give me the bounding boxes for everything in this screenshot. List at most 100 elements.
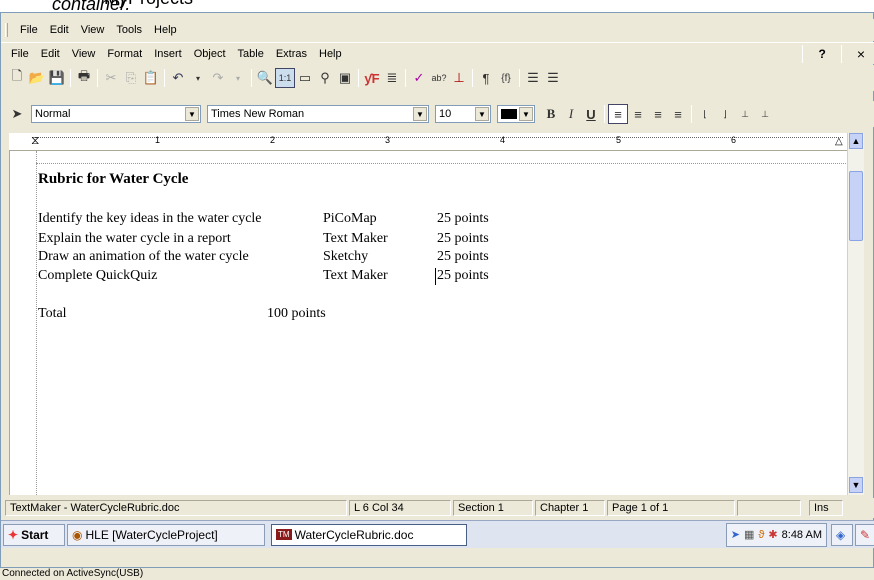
menu-object[interactable]: Object bbox=[188, 48, 232, 60]
numbering-icon[interactable]: ☰ bbox=[543, 68, 563, 88]
align-right-icon[interactable]: ≡ bbox=[648, 104, 668, 124]
help-button[interactable]: ? bbox=[818, 47, 825, 61]
bold-icon[interactable]: B bbox=[541, 104, 561, 124]
page-width-icon[interactable]: ▭ bbox=[295, 68, 315, 88]
menu-file[interactable]: File bbox=[5, 48, 35, 60]
zoom-icon[interactable]: ⚲ bbox=[315, 68, 335, 88]
outer-menu-edit[interactable]: Edit bbox=[44, 24, 75, 36]
tab-left-icon[interactable]: ⌊ bbox=[695, 104, 715, 124]
zoom-100-icon[interactable]: 1:1 bbox=[275, 68, 295, 88]
insert-break-icon[interactable]: ⊥ bbox=[449, 68, 469, 88]
find-icon[interactable]: 🔍 bbox=[255, 68, 275, 88]
document-area[interactable]: Rubric for Water Cycle Identify the key … bbox=[9, 151, 847, 495]
style-select[interactable]: Normal ▼ bbox=[31, 105, 201, 123]
scroll-up-icon[interactable]: ▲ bbox=[849, 133, 863, 149]
caption-prefix: MyProjects bbox=[104, 0, 193, 9]
toolbar-separator bbox=[472, 69, 473, 87]
right-indent-marker[interactable]: △ bbox=[835, 136, 843, 147]
toolbar-separator bbox=[519, 69, 520, 87]
menu-format[interactable]: Format bbox=[101, 48, 148, 60]
chevron-down-icon[interactable]: ▼ bbox=[185, 107, 199, 121]
menu-extras[interactable]: Extras bbox=[270, 48, 313, 60]
field-icon[interactable]: ƴF bbox=[362, 68, 382, 88]
windows-logo-icon: ✦ bbox=[8, 527, 19, 542]
rubric-task: Identify the key ideas in the water cycl… bbox=[38, 211, 262, 226]
print-icon[interactable]: 🖶 bbox=[74, 68, 94, 88]
pointer-icon[interactable]: ➤ bbox=[7, 104, 27, 124]
rubric-task: Complete QuickQuiz bbox=[38, 268, 158, 283]
chevron-down-icon[interactable]: ▼ bbox=[519, 107, 533, 121]
scroll-down-icon[interactable]: ▼ bbox=[849, 477, 863, 493]
monitor-icon[interactable]: ▦ bbox=[744, 528, 754, 541]
chevron-down-icon[interactable]: ▼ bbox=[413, 107, 427, 121]
left-indent-marker[interactable]: ⧖ bbox=[31, 133, 39, 148]
spell-check-icon[interactable]: ✓ bbox=[409, 68, 429, 88]
status-page: Page 1 of 1 bbox=[607, 500, 735, 516]
copy-icon[interactable]: ⎘ bbox=[121, 68, 141, 88]
tab-right-icon[interactable]: ⌋ bbox=[715, 104, 735, 124]
close-document-button[interactable]: × bbox=[857, 46, 865, 62]
font-value: Times New Roman bbox=[211, 108, 305, 120]
menu-help[interactable]: Help bbox=[313, 48, 348, 60]
grammar-icon[interactable]: ab? bbox=[429, 68, 449, 88]
connection-status: Connected on ActiveSync(USB) bbox=[0, 568, 874, 580]
redo-dropdown-icon[interactable]: ▾ bbox=[228, 68, 248, 88]
undo-dropdown-icon[interactable]: ▾ bbox=[188, 68, 208, 88]
align-icon[interactable]: ≣ bbox=[382, 68, 402, 88]
tab-center-icon[interactable]: ⊥ bbox=[735, 104, 755, 124]
start-button[interactable]: ✦ Start bbox=[3, 523, 65, 546]
status-section: Section 1 bbox=[453, 500, 533, 516]
menu-table[interactable]: Table bbox=[232, 48, 270, 60]
status-bar: TextMaker - WaterCycleRubric.doc L 6 Col… bbox=[1, 498, 874, 518]
toolbar-grip[interactable] bbox=[5, 23, 8, 37]
outer-menu-file[interactable]: File bbox=[14, 24, 44, 36]
cut-icon[interactable]: ✂ bbox=[101, 68, 121, 88]
outer-menu-tools[interactable]: Tools bbox=[110, 24, 148, 36]
quick-launch-icon[interactable]: ◈ bbox=[831, 523, 853, 546]
toolbar-separator bbox=[97, 69, 98, 87]
formula-icon[interactable]: {f} bbox=[496, 68, 516, 88]
taskbar-item-document[interactable]: TM WaterCycleRubric.doc bbox=[271, 523, 467, 546]
menu-edit[interactable]: Edit bbox=[35, 48, 66, 60]
text-color-select[interactable]: ▼ bbox=[497, 105, 535, 123]
status-chapter: Chapter 1 bbox=[535, 500, 605, 516]
clock[interactable]: 8:48 AM bbox=[782, 529, 822, 541]
scroll-thumb[interactable] bbox=[849, 171, 863, 241]
margin-guide bbox=[36, 163, 847, 164]
paste-icon[interactable]: 📋 bbox=[141, 68, 161, 88]
font-select[interactable]: Times New Roman ▼ bbox=[207, 105, 429, 123]
font-size-select[interactable]: 10 ▼ bbox=[435, 105, 491, 123]
new-document-icon[interactable]: 🗋 bbox=[7, 68, 27, 88]
status-file: TextMaker - WaterCycleRubric.doc bbox=[5, 500, 347, 516]
italic-icon[interactable]: I bbox=[561, 104, 581, 124]
justify-icon[interactable]: ≡ bbox=[668, 104, 688, 124]
outer-menu-view[interactable]: View bbox=[75, 24, 111, 36]
preview-icon[interactable]: ▣ bbox=[335, 68, 355, 88]
pilcrow-icon[interactable]: ¶ bbox=[476, 68, 496, 88]
toolbar-separator bbox=[604, 105, 605, 123]
bullets-icon[interactable]: ☰ bbox=[523, 68, 543, 88]
ruler[interactable]: ⧖ 1 2 3 4 5 6 △ bbox=[9, 133, 847, 151]
align-center-icon[interactable]: ≡ bbox=[628, 104, 648, 124]
underline-icon[interactable]: U bbox=[581, 104, 601, 124]
rubric-tool: Text Maker bbox=[323, 268, 388, 283]
open-folder-icon[interactable]: 📂 bbox=[27, 68, 47, 88]
menu-insert[interactable]: Insert bbox=[148, 48, 188, 60]
tab-decimal-icon[interactable]: ⊥ bbox=[755, 104, 775, 124]
app-window: File Edit View Tools Help File Edit View… bbox=[0, 12, 874, 568]
plugin-icon[interactable]: ✱ bbox=[768, 528, 777, 541]
undo-icon[interactable]: ↶ bbox=[168, 68, 188, 88]
align-left-icon[interactable]: ≡ bbox=[608, 104, 628, 124]
vertical-scrollbar[interactable]: ▲ ▼ bbox=[847, 133, 864, 495]
outer-menu-help[interactable]: Help bbox=[148, 24, 183, 36]
network-icon[interactable]: ➤ bbox=[731, 528, 740, 541]
pen-icon[interactable]: ✎ bbox=[855, 523, 874, 546]
taskbar-item-hle[interactable]: ◉ HLE [WaterCycleProject] bbox=[67, 523, 265, 546]
chevron-down-icon[interactable]: ▼ bbox=[475, 107, 489, 121]
menu-view[interactable]: View bbox=[66, 48, 102, 60]
sync-icon[interactable]: ϑ bbox=[758, 529, 764, 541]
redo-icon[interactable]: ↷ bbox=[208, 68, 228, 88]
ruler-number: 1 bbox=[155, 135, 161, 145]
toolbar-separator bbox=[164, 69, 165, 87]
save-icon[interactable]: 💾 bbox=[47, 68, 67, 88]
